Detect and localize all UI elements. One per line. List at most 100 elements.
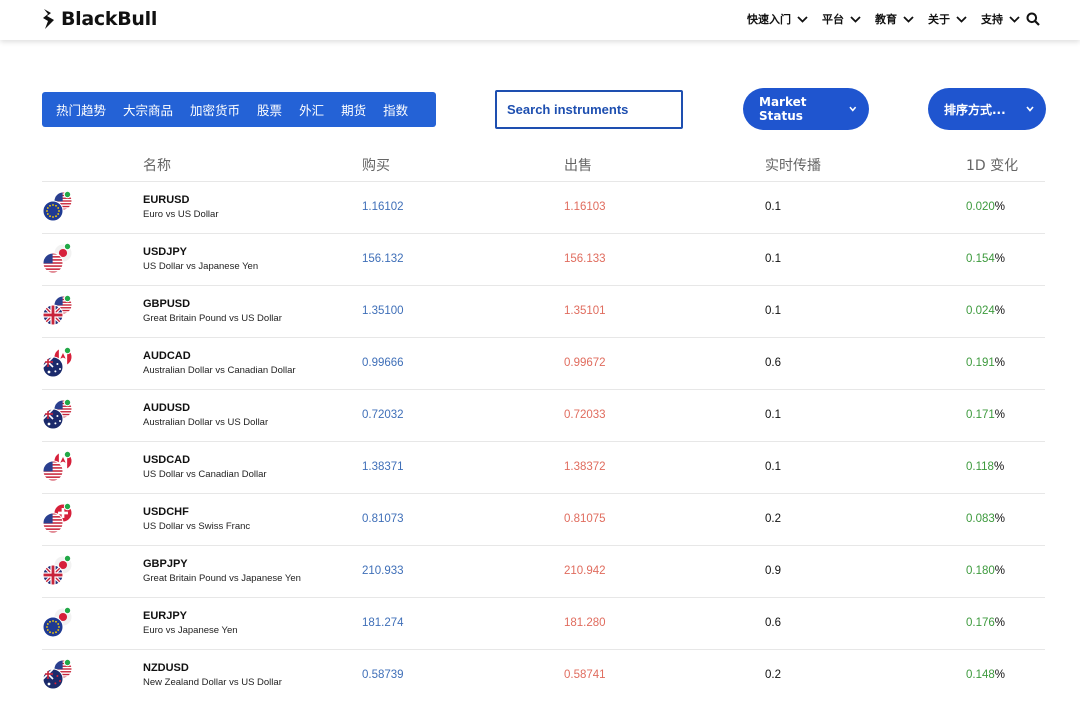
- logo[interactable]: BlackBull: [42, 7, 157, 31]
- market-status-dropdown[interactable]: Market Status: [743, 88, 869, 130]
- buy-price[interactable]: 156.132: [362, 253, 404, 265]
- nav-item-label: 支持: [981, 13, 1003, 26]
- buy-price[interactable]: 0.58739: [362, 669, 404, 681]
- sell-price[interactable]: 156.133: [564, 253, 606, 265]
- sell-price[interactable]: 0.99672: [564, 357, 606, 369]
- instrument-description: Euro vs Japanese Yen: [143, 625, 238, 636]
- category-forex[interactable]: 外汇: [299, 100, 324, 119]
- instrument-symbol[interactable]: NZDUSD: [143, 662, 189, 674]
- percent-sign: %: [993, 461, 1005, 473]
- nav-item-quick-start[interactable]: 快速入门: [747, 11, 808, 27]
- instrument-search-input[interactable]: [507, 102, 671, 117]
- buy-price[interactable]: 181.274: [362, 617, 404, 629]
- instrument-description: New Zealand Dollar vs US Dollar: [143, 677, 282, 688]
- buy-price[interactable]: 1.38371: [362, 461, 404, 473]
- sell-price[interactable]: 0.58741: [564, 669, 606, 681]
- table-row[interactable]: GBPUSD Great Britain Pound vs US Dollar …: [42, 286, 1045, 338]
- column-header-sell[interactable]: 出售: [564, 155, 592, 175]
- instrument-symbol[interactable]: AUDCAD: [143, 350, 191, 362]
- sell-price[interactable]: 1.35101: [564, 305, 606, 317]
- category-futures[interactable]: 期货: [341, 100, 366, 119]
- buy-price[interactable]: 0.72032: [362, 409, 404, 421]
- buy-price[interactable]: 210.933: [362, 565, 404, 577]
- chevron-down-icon: [1009, 15, 1020, 23]
- table-row[interactable]: GBPJPY Great Britain Pound vs Japanese Y…: [42, 546, 1045, 598]
- chevron-down-icon: [849, 106, 857, 112]
- daily-change-value: 0.171: [966, 409, 995, 421]
- percent-sign: %: [994, 409, 1006, 421]
- buy-price[interactable]: 0.81073: [362, 513, 404, 525]
- category-trending[interactable]: 热门趋势: [56, 100, 106, 119]
- instruments-table: 名称 购买 出售 实时传播 1D 变化 EURUSD Euro vs US Do…: [42, 148, 1045, 701]
- sort-label: 排序方式...: [944, 102, 1006, 117]
- daily-change-value: 0.180: [966, 565, 995, 577]
- daily-change: 0.020%: [966, 201, 1005, 213]
- market-open-dot: [63, 295, 72, 303]
- instrument-symbol[interactable]: AUDUSD: [143, 402, 190, 414]
- table-row[interactable]: USDCHF US Dollar vs Swiss Franc 0.81073 …: [42, 494, 1045, 546]
- sell-price[interactable]: 0.81075: [564, 513, 606, 525]
- nav-item-support[interactable]: 支持: [981, 11, 1020, 27]
- column-header-name[interactable]: 名称: [143, 155, 171, 175]
- top-header: BlackBull 快速入门 平台 教育 关于 支持: [0, 0, 1080, 40]
- instrument-description: Euro vs US Dollar: [143, 209, 219, 220]
- sell-price[interactable]: 0.72033: [564, 409, 606, 421]
- eu-japan-flag-icon: [42, 607, 73, 638]
- sell-price[interactable]: 181.280: [564, 617, 606, 629]
- daily-change: 0.154%: [966, 253, 1005, 265]
- market-open-dot: [63, 399, 72, 407]
- instrument-symbol[interactable]: USDCHF: [143, 506, 189, 518]
- buy-price[interactable]: 0.99666: [362, 357, 404, 369]
- instrument-symbol[interactable]: GBPJPY: [143, 558, 188, 570]
- instrument-symbol[interactable]: EURUSD: [143, 194, 189, 206]
- table-row[interactable]: AUDCAD Australian Dollar vs Canadian Dol…: [42, 338, 1045, 390]
- daily-change-value: 0.176: [966, 617, 995, 629]
- sell-price[interactable]: 1.38372: [564, 461, 606, 473]
- nav-item-platforms[interactable]: 平台: [822, 11, 861, 27]
- table-header: 名称 购买 出售 实时传播 1D 变化: [42, 148, 1045, 182]
- instrument-symbol[interactable]: GBPUSD: [143, 298, 190, 310]
- instrument-symbol[interactable]: USDJPY: [143, 246, 187, 258]
- column-header-buy[interactable]: 购买: [362, 155, 390, 175]
- table-row[interactable]: EURUSD Euro vs US Dollar 1.16102 1.16103…: [42, 182, 1045, 234]
- market-open-dot: [63, 191, 72, 199]
- nav-item-label: 教育: [875, 13, 897, 26]
- sell-price[interactable]: 1.16103: [564, 201, 606, 213]
- instrument-description: Great Britain Pound vs US Dollar: [143, 313, 282, 324]
- daily-change: 0.083%: [966, 513, 1005, 525]
- nav-item-about[interactable]: 关于: [928, 11, 967, 27]
- percent-sign: %: [994, 305, 1006, 317]
- table-row[interactable]: AUDUSD Australian Dollar vs US Dollar 0.…: [42, 390, 1045, 442]
- uk-japan-flag-icon: [42, 555, 73, 586]
- table-row[interactable]: EURJPY Euro vs Japanese Yen 181.274 181.…: [42, 598, 1045, 650]
- search-icon: [1026, 12, 1040, 26]
- market-open-dot: [63, 243, 72, 251]
- column-header-spread[interactable]: 实时传播: [765, 155, 821, 175]
- instrument-symbol[interactable]: EURJPY: [143, 610, 187, 622]
- column-header-change[interactable]: 1D 变化: [966, 155, 1018, 175]
- sell-price[interactable]: 210.942: [564, 565, 606, 577]
- new-zealand-us-flag-icon: [42, 659, 73, 690]
- category-crypto[interactable]: 加密货币: [190, 100, 240, 119]
- table-row[interactable]: NZDUSD New Zealand Dollar vs US Dollar 0…: [42, 650, 1045, 701]
- percent-sign: %: [994, 669, 1006, 681]
- instrument-description: Great Britain Pound vs Japanese Yen: [143, 573, 301, 584]
- table-row[interactable]: USDJPY US Dollar vs Japanese Yen 156.132…: [42, 234, 1045, 286]
- header-search-button[interactable]: [1026, 12, 1040, 26]
- sort-dropdown[interactable]: 排序方式...: [928, 88, 1046, 130]
- category-commodities[interactable]: 大宗商品: [123, 100, 173, 119]
- buy-price[interactable]: 1.35100: [362, 305, 404, 317]
- chevron-down-icon: [797, 15, 808, 23]
- daily-change: 0.024%: [966, 305, 1005, 317]
- instrument-symbol[interactable]: USDCAD: [143, 454, 190, 466]
- us-switzerland-flag-icon: [42, 503, 73, 534]
- category-indices[interactable]: 指数: [383, 100, 408, 119]
- live-spread: 0.6: [765, 617, 781, 629]
- us-japan-flag-icon: [42, 243, 73, 274]
- live-spread: 0.2: [765, 513, 781, 525]
- table-row[interactable]: USDCAD US Dollar vs Canadian Dollar 1.38…: [42, 442, 1045, 494]
- nav-item-education[interactable]: 教育: [875, 11, 914, 27]
- buy-price[interactable]: 1.16102: [362, 201, 404, 213]
- category-stocks[interactable]: 股票: [257, 100, 282, 119]
- chevron-down-icon: [956, 15, 967, 23]
